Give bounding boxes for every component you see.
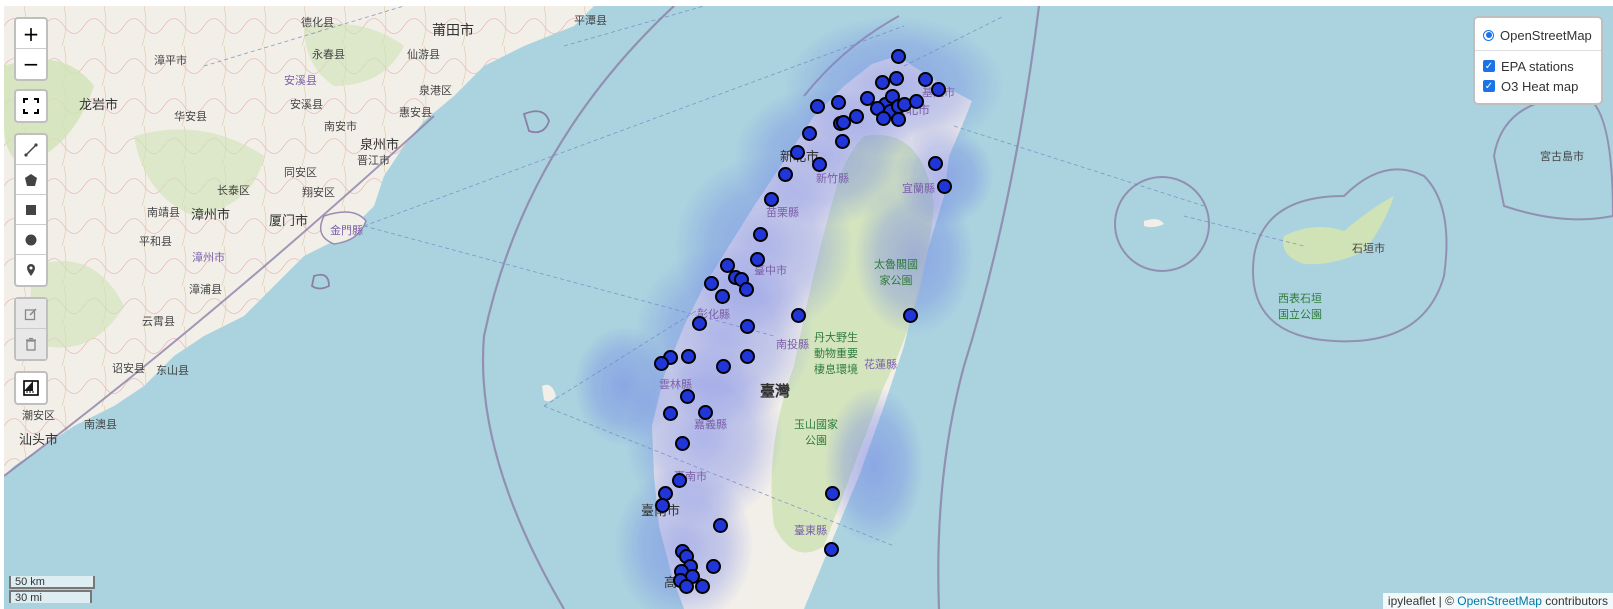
attribution-prefix: ipyleaflet | © bbox=[1387, 594, 1458, 608]
attribution: ipyleaflet | © OpenStreetMap contributor… bbox=[1382, 593, 1613, 609]
draw-toolbar bbox=[14, 133, 48, 287]
epa-station-marker[interactable] bbox=[692, 316, 707, 331]
epa-station-marker[interactable] bbox=[679, 579, 694, 594]
edit-icon bbox=[24, 307, 37, 320]
scale-control: 50 km 30 mi bbox=[9, 576, 95, 604]
draw-rectangle-button[interactable] bbox=[16, 195, 46, 225]
overlay-option-heatmap[interactable]: ✓ O3 Heat map bbox=[1483, 77, 1593, 95]
attribution-suffix: contributors bbox=[1541, 594, 1608, 608]
epa-station-marker[interactable] bbox=[903, 308, 918, 323]
delete-layers-button[interactable] bbox=[16, 329, 46, 359]
scale-km: 50 km bbox=[9, 576, 95, 589]
fullscreen-icon bbox=[23, 98, 39, 114]
epa-station-marker[interactable] bbox=[655, 498, 670, 513]
base-layer-option[interactable]: OpenStreetMap bbox=[1483, 26, 1593, 44]
zoom-out-button[interactable]: − bbox=[16, 49, 46, 79]
map-frame: 莆田市 德化县 永春县 仙游县 平潭县 漳平市 安溪县 泉港区 安溪县 惠安县 … bbox=[0, 0, 1613, 609]
measure-button[interactable] bbox=[16, 373, 46, 403]
base-layer-label: OpenStreetMap bbox=[1500, 27, 1592, 43]
fullscreen-control bbox=[14, 89, 48, 123]
checkbox-checked-icon[interactable]: ✓ bbox=[1483, 80, 1495, 92]
epa-station-marker[interactable] bbox=[931, 82, 946, 97]
epa-station-marker[interactable] bbox=[680, 389, 695, 404]
overlay-label-heatmap: O3 Heat map bbox=[1501, 78, 1579, 94]
epa-station-marker[interactable] bbox=[791, 308, 806, 323]
marker-icon bbox=[27, 264, 35, 276]
epa-station-marker[interactable] bbox=[891, 112, 906, 127]
epa-station-marker[interactable] bbox=[891, 49, 906, 64]
epa-station-marker[interactable] bbox=[764, 192, 779, 207]
epa-station-marker[interactable] bbox=[849, 109, 864, 124]
epa-station-marker[interactable] bbox=[875, 75, 890, 90]
polyline-icon bbox=[24, 142, 38, 157]
attribution-link[interactable]: OpenStreetMap bbox=[1457, 594, 1542, 608]
epa-station-marker[interactable] bbox=[698, 405, 713, 420]
epa-station-marker[interactable] bbox=[672, 473, 687, 488]
checkbox-checked-icon[interactable]: ✓ bbox=[1483, 60, 1495, 72]
epa-station-marker[interactable] bbox=[675, 436, 690, 451]
draw-polygon-button[interactable] bbox=[16, 165, 46, 195]
epa-station-marker[interactable] bbox=[909, 94, 924, 109]
map-canvas[interactable]: 莆田市 德化县 永春县 仙游县 平潭县 漳平市 安溪县 泉港区 安溪县 惠安县 … bbox=[4, 6, 1613, 609]
epa-station-marker[interactable] bbox=[740, 349, 755, 364]
epa-station-marker[interactable] bbox=[681, 349, 696, 364]
epa-station-marker[interactable] bbox=[716, 359, 731, 374]
epa-station-marker[interactable] bbox=[836, 115, 851, 130]
epa-station-marker[interactable] bbox=[713, 518, 728, 533]
epa-station-marker[interactable] bbox=[715, 289, 730, 304]
radio-selected-icon[interactable] bbox=[1483, 29, 1494, 41]
overlay-label-stations: EPA stations bbox=[1501, 58, 1574, 74]
measure-control bbox=[14, 371, 48, 405]
edit-layers-button[interactable] bbox=[16, 299, 46, 329]
ruler-icon bbox=[23, 380, 39, 396]
epa-station-marker[interactable] bbox=[918, 72, 933, 87]
draw-circle-button[interactable] bbox=[16, 225, 46, 255]
epa-station-marker[interactable] bbox=[663, 406, 678, 421]
epa-station-marker[interactable] bbox=[876, 111, 891, 126]
epa-station-marker[interactable] bbox=[928, 156, 943, 171]
epa-station-marker[interactable] bbox=[802, 126, 817, 141]
fullscreen-button[interactable] bbox=[16, 91, 46, 121]
layers-divider bbox=[1475, 50, 1601, 51]
epa-station-marker[interactable] bbox=[706, 559, 721, 574]
epa-station-marker[interactable] bbox=[695, 579, 710, 594]
epa-station-marker[interactable] bbox=[824, 542, 839, 557]
scale-mi: 30 mi bbox=[9, 590, 92, 604]
circle-icon bbox=[25, 234, 37, 245]
epa-station-marker[interactable] bbox=[810, 99, 825, 114]
zoom-control: + − bbox=[14, 17, 48, 81]
epa-station-marker[interactable] bbox=[831, 95, 846, 110]
epa-station-marker[interactable] bbox=[740, 319, 755, 334]
edit-toolbar bbox=[14, 297, 48, 361]
overlay-option-stations[interactable]: ✓ EPA stations bbox=[1483, 57, 1593, 75]
layers-control: OpenStreetMap ✓ EPA stations ✓ O3 Heat m… bbox=[1473, 16, 1603, 105]
epa-station-marker[interactable] bbox=[739, 282, 754, 297]
polygon-icon bbox=[25, 173, 37, 186]
epa-station-marker[interactable] bbox=[889, 71, 904, 86]
epa-station-marker[interactable] bbox=[654, 356, 669, 371]
epa-station-marker[interactable] bbox=[750, 252, 765, 267]
epa-station-marker[interactable] bbox=[704, 276, 719, 291]
base-map-tiles bbox=[4, 6, 1613, 609]
draw-polyline-button[interactable] bbox=[16, 135, 46, 165]
epa-station-marker[interactable] bbox=[937, 179, 952, 194]
epa-station-marker[interactable] bbox=[790, 145, 805, 160]
zoom-in-button[interactable]: + bbox=[16, 19, 46, 49]
epa-station-marker[interactable] bbox=[812, 157, 827, 172]
epa-station-marker[interactable] bbox=[825, 486, 840, 501]
trash-icon bbox=[26, 337, 36, 351]
epa-station-marker[interactable] bbox=[778, 167, 793, 182]
epa-station-marker[interactable] bbox=[753, 227, 768, 242]
rectangle-icon bbox=[26, 204, 36, 215]
epa-station-marker[interactable] bbox=[835, 134, 850, 149]
draw-marker-button[interactable] bbox=[16, 255, 46, 285]
